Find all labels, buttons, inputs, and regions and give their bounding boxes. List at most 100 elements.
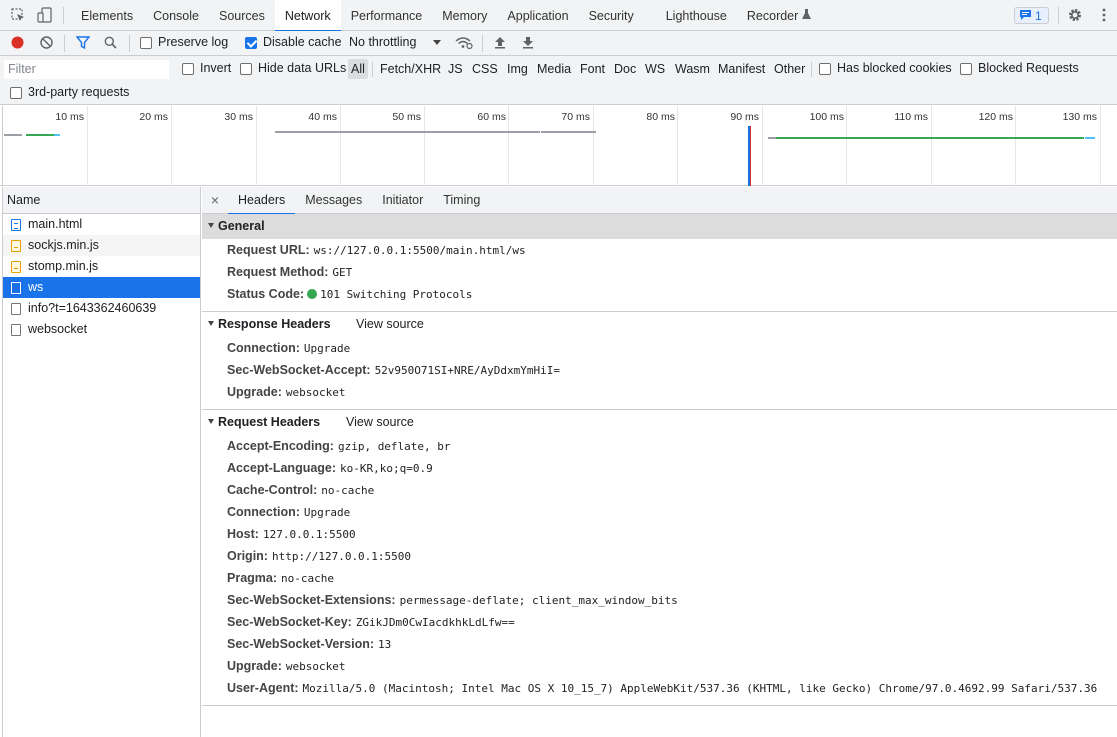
request-list: Name main.html sockjs.min.js stomp.min.j… [2,187,201,737]
network-overview-timeline[interactable]: 10 ms 20 ms 30 ms 40 ms 50 ms 60 ms 70 m… [0,106,1117,186]
timeline-tick: 110 ms [894,111,928,123]
request-row-ws[interactable]: ws [3,277,200,298]
header-name: Accept-Language: [227,461,337,475]
preserve-log-checkbox[interactable] [140,37,152,49]
timeline-tick: 90 ms [730,111,759,123]
filter-type-all[interactable]: All [348,59,368,79]
header-name: Sec-WebSocket-Accept: [227,363,371,377]
filter-type-doc[interactable]: Doc [611,59,639,79]
name-column-header[interactable]: Name [3,187,200,214]
tab-security[interactable]: Security [579,0,656,31]
header-row: Upgrade: websocket [202,655,1117,677]
header-row: Sec-WebSocket-Extensions: permessage-defl… [202,589,1117,611]
invert-checkbox[interactable] [182,63,194,75]
timeline-bar [776,137,1084,139]
disable-cache-label: Disable cache [263,35,342,49]
network-conditions-icon[interactable] [455,36,473,53]
timeline-bar [1085,137,1095,139]
tab-messages[interactable]: Messages [295,187,372,214]
header-value: http://127.0.0.1:5500 [271,550,412,563]
timeline-bar [541,131,596,133]
search-icon[interactable] [104,36,117,52]
has-blocked-cookies-checkbox[interactable] [819,63,831,75]
inspect-element-icon[interactable] [11,8,25,22]
file-icon [11,303,21,315]
request-headers-section-header[interactable]: Request Headers View source [202,410,1117,435]
collapse-triangle-icon [208,223,214,229]
general-section-header[interactable]: General [202,214,1117,239]
record-icon[interactable] [11,36,24,52]
hide-data-urls-checkbox[interactable] [240,63,252,75]
header-value: ko-KR,ko;q=0.9 [340,462,433,475]
request-row-websocket[interactable]: websocket [3,319,200,340]
tab-recorder[interactable]: Recorder [737,0,821,31]
request-headers-title: Request Headers [218,415,321,429]
filter-type-media[interactable]: Media [534,59,574,79]
tab-sources[interactable]: Sources [209,0,275,31]
export-har-icon[interactable] [522,36,534,52]
timeline-bar [4,134,22,136]
filter-funnel-icon[interactable] [75,36,91,52]
filter-input[interactable]: Filter [4,60,169,79]
header-row: Sec-WebSocket-Key: ZGikJDm0CwIacdkhkLdLfw… [202,611,1117,633]
tab-initiator[interactable]: Initiator [372,187,433,214]
request-name: websocket [28,322,88,336]
header-name: Host: [227,527,259,541]
filter-type-ws[interactable]: WS [642,59,668,79]
tab-network[interactable]: Network [274,0,341,32]
request-row-main-html[interactable]: main.html [3,214,200,235]
header-row: Sec-WebSocket-Version: 13 [202,633,1117,655]
timeline-bar [54,134,60,136]
tab-application[interactable]: Application [497,0,578,31]
more-options-icon[interactable] [1102,8,1106,25]
tab-console[interactable]: Console [143,0,209,31]
tab-memory[interactable]: Memory [432,0,497,31]
issues-badge[interactable]: 1 [1014,7,1049,24]
clear-icon[interactable] [40,36,53,52]
device-toolbar-icon[interactable] [37,7,53,23]
tab-performance[interactable]: Performance [341,0,433,31]
filter-type-img[interactable]: Img [504,59,531,79]
blocked-requests-checkbox[interactable] [960,63,972,75]
header-value: 101 Switching Protocols [320,288,473,301]
tab-lighthouse[interactable]: Lighthouse [656,0,737,31]
request-view-source-link[interactable]: View source [346,410,414,435]
header-name: Connection: [227,341,300,355]
header-value: 127.0.0.1:5500 [262,528,356,541]
request-row-stomp[interactable]: stomp.min.js [3,256,200,277]
filter-type-other[interactable]: Other [771,59,808,79]
import-har-icon[interactable] [494,36,506,52]
header-name: Request URL: [227,243,310,257]
third-party-checkbox[interactable] [10,87,22,99]
close-details-icon[interactable]: × [202,192,228,208]
tab-headers[interactable]: Headers [228,187,296,215]
request-row-info[interactable]: info?t=1643362460639 [3,298,200,319]
request-name: info?t=1643362460639 [28,301,157,315]
settings-gear-icon[interactable] [1068,8,1082,25]
header-value: Mozilla/5.0 (Macintosh; Intel Mac OS X 1… [302,682,1098,695]
filter-bar: Filter Invert Hide data URLs All Fetch/X… [0,56,1117,105]
timeline-tick: 60 ms [477,111,506,123]
header-value: ws://127.0.0.1:5500/main.html/ws [313,244,526,257]
header-value: permessage-deflate; client_max_window_bi… [399,594,678,607]
filter-type-css[interactable]: CSS [469,59,501,79]
status-ok-icon [307,288,318,299]
response-view-source-link[interactable]: View source [356,312,424,337]
tab-elements[interactable]: Elements [71,0,143,31]
filter-type-wasm[interactable]: Wasm [672,59,713,79]
response-headers-section-header[interactable]: Response Headers View source [202,312,1117,337]
tab-timing[interactable]: Timing [433,187,490,214]
filter-type-fetch-xhr[interactable]: Fetch/XHR [377,59,444,79]
header-name: User-Agent: [227,681,299,695]
blocked-requests-label: Blocked Requests [978,61,1079,75]
throttling-value: No throttling [349,35,417,49]
header-value: no-cache [321,484,375,497]
filter-type-font[interactable]: Font [577,59,608,79]
disable-cache-checkbox[interactable] [245,37,257,49]
filter-type-manifest[interactable]: Manifest [715,59,768,79]
filter-type-js[interactable]: JS [445,59,466,79]
throttling-select[interactable]: No throttling [349,35,445,49]
request-row-sockjs[interactable]: sockjs.min.js [3,235,200,256]
header-name: Cache-Control: [227,483,318,497]
load-marker [750,126,751,186]
